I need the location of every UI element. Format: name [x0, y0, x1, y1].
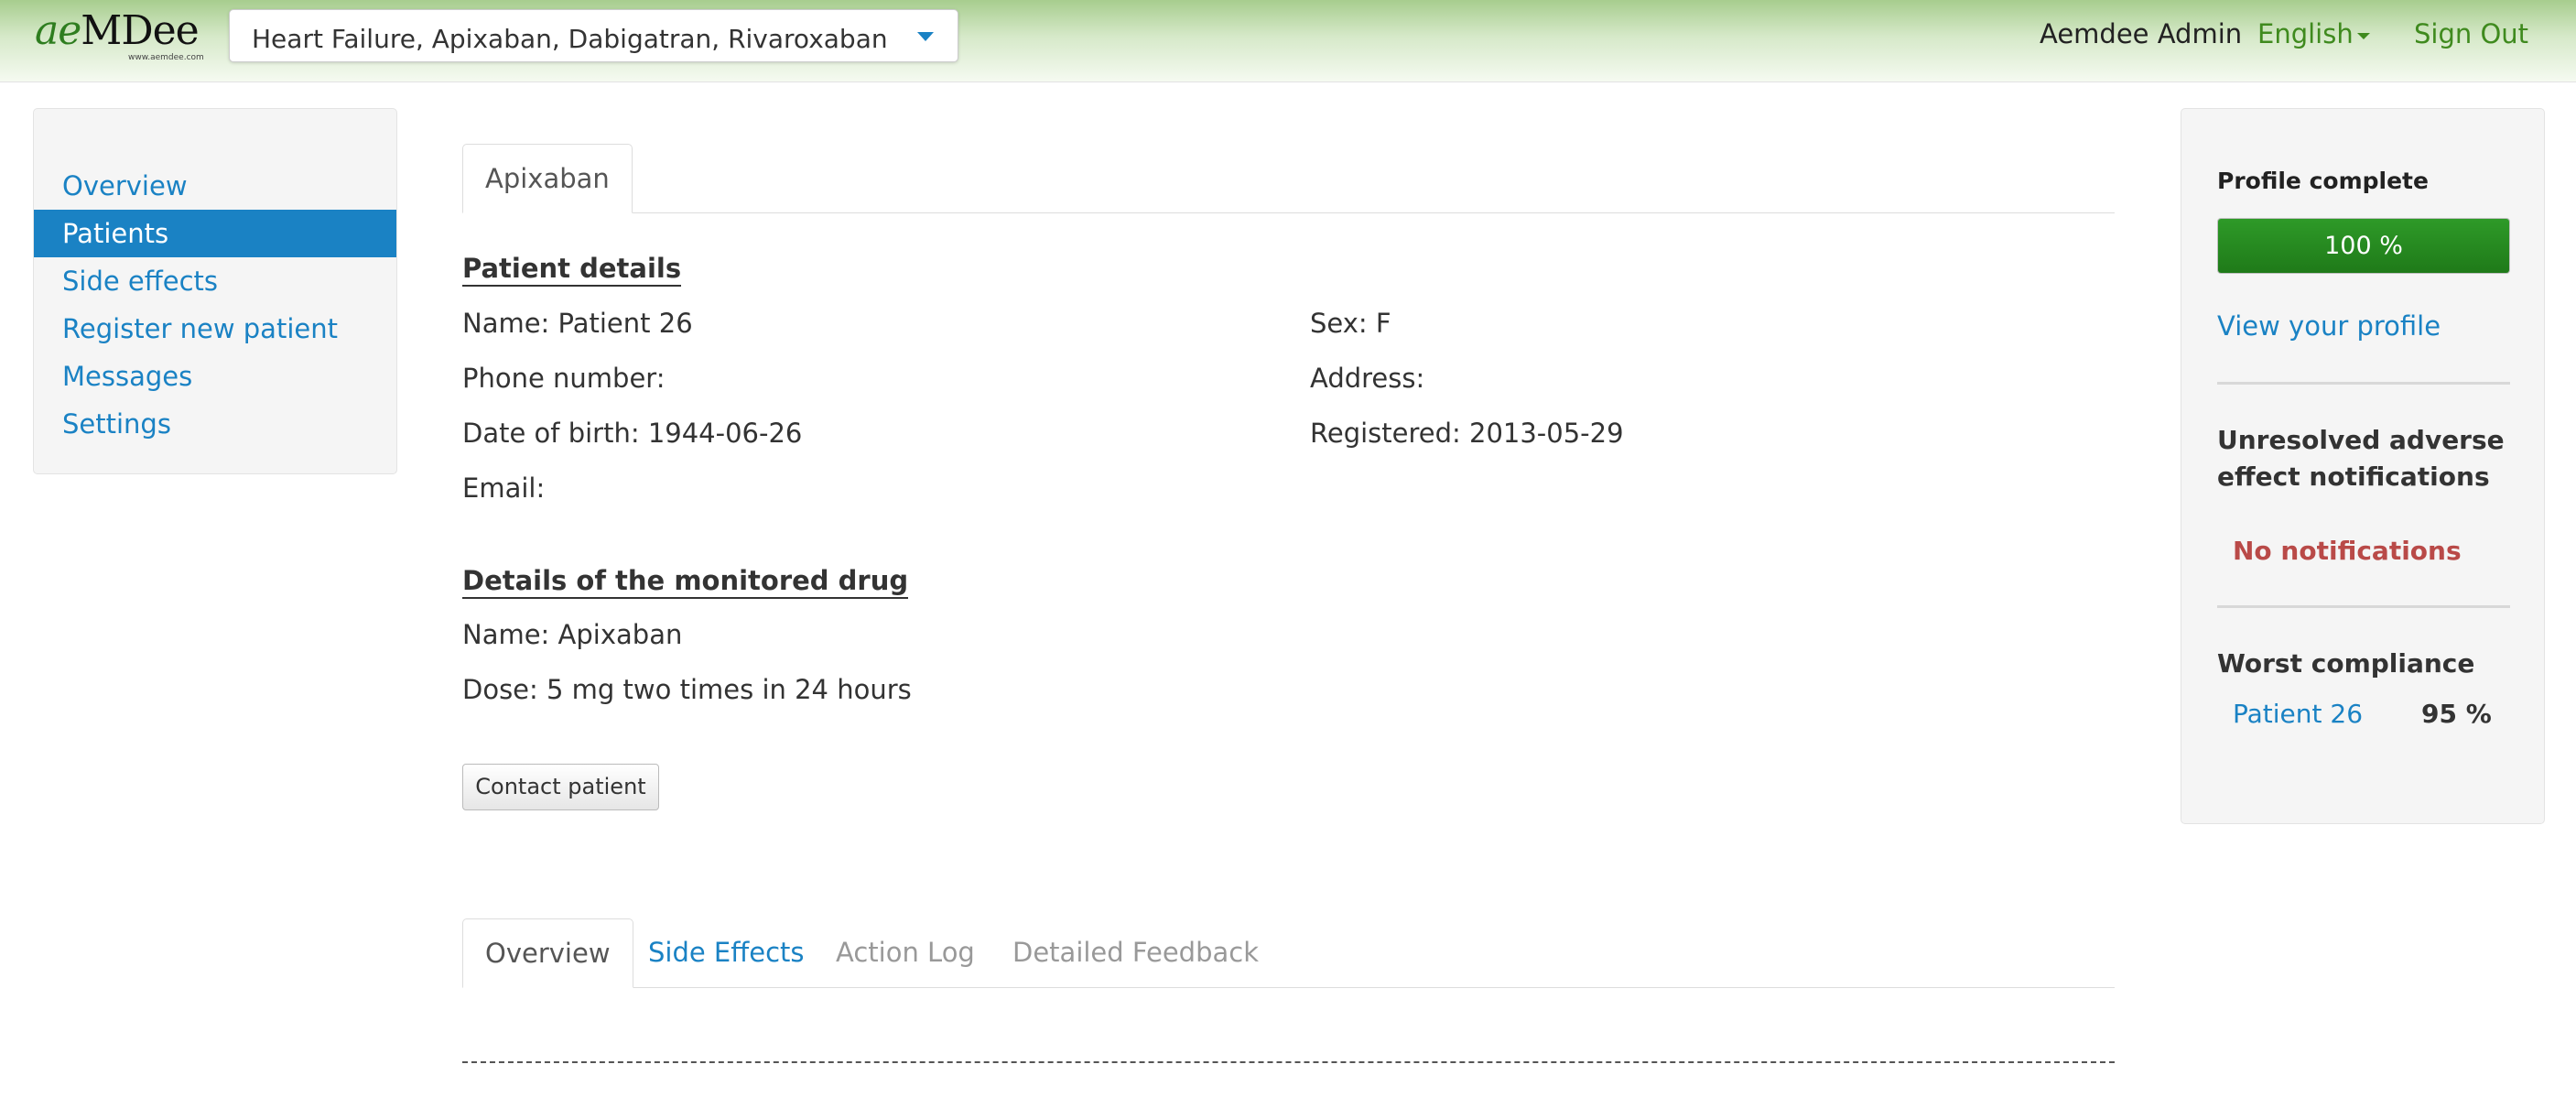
profile-complete-label: Profile complete [2217, 168, 2429, 194]
tab-side-effects[interactable]: Side Effects [626, 918, 827, 988]
sidebar-item-patients[interactable]: Patients [34, 210, 396, 257]
contact-patient-button[interactable]: Contact patient [462, 764, 659, 810]
patient-details-title: Patient details [462, 253, 682, 287]
drug-dose: Dose: 5 mg two times in 24 hours [462, 674, 912, 705]
worst-compliance-patient-link[interactable]: Patient 26 [2233, 699, 2363, 729]
patient-email: Email: [462, 473, 546, 504]
sidebar-item-register-new-patient[interactable]: Register new patient [34, 305, 396, 353]
tab-overview[interactable]: Overview [462, 918, 633, 988]
patient-registered: Registered: 2013-05-29 [1310, 418, 1624, 449]
sidebar-item-messages[interactable]: Messages [34, 353, 396, 400]
logo-url: www.aemdee.com [128, 53, 204, 62]
sidebar-item-overview[interactable]: Overview [34, 162, 396, 210]
patient-phone: Phone number: [462, 363, 666, 394]
patient-sex: Sex: F [1310, 308, 1391, 339]
drug-name: Name: Apixaban [462, 619, 683, 650]
drug-details-title: Details of the monitored drug [462, 565, 909, 599]
user-name: Aemdee Admin [2040, 18, 2243, 49]
no-notifications-text: No notifications [2233, 536, 2462, 566]
chevron-down-icon [917, 32, 934, 41]
drug-tabs-divider [462, 212, 2115, 213]
sign-out-link[interactable]: Sign Out [2414, 18, 2528, 49]
logo-text: aeMDee [35, 7, 200, 54]
aemdee-logo[interactable]: aeMDee www.aemdee.com [35, 7, 205, 62]
sidebar-nav: Overview Patients Side effects Register … [33, 108, 397, 474]
tab-detailed-feedback[interactable]: Detailed Feedback [990, 918, 1281, 988]
worst-compliance-value: 95 % [2421, 699, 2492, 729]
content-dashed-divider [462, 1061, 2115, 1063]
right-panel-divider-2 [2217, 605, 2510, 608]
profile-progress-bar: 100 % [2217, 218, 2510, 274]
caret-down-icon [2356, 32, 2370, 39]
disease-drug-select[interactable]: Heart Failure, Apixaban, Dabigatran, Riv… [229, 9, 958, 62]
patient-address: Address: [1310, 363, 1425, 394]
view-profile-link[interactable]: View your profile [2217, 310, 2441, 342]
right-panel: Profile complete 100 % View your profile… [2181, 108, 2545, 824]
profile-progress-text: 100 % [2324, 232, 2403, 260]
adverse-notifications-heading: Unresolved adverse effect notifications [2217, 425, 2505, 492]
top-bar: aeMDee www.aemdee.com Heart Failure, Api… [0, 0, 2576, 82]
tab-apixaban[interactable]: Apixaban [462, 144, 633, 213]
tab-action-log[interactable]: Action Log [814, 918, 997, 988]
sidebar-item-side-effects[interactable]: Side effects [34, 257, 396, 305]
patient-dob: Date of birth: 1944-06-26 [462, 418, 803, 449]
disease-drug-select-value: Heart Failure, Apixaban, Dabigatran, Riv… [252, 24, 888, 54]
patient-name: Name: Patient 26 [462, 308, 693, 339]
sidebar-item-settings[interactable]: Settings [34, 400, 396, 448]
worst-compliance-heading: Worst compliance [2217, 648, 2475, 679]
language-dropdown[interactable]: English [2257, 18, 2370, 49]
right-panel-divider-1 [2217, 382, 2510, 385]
language-label: English [2257, 18, 2354, 49]
